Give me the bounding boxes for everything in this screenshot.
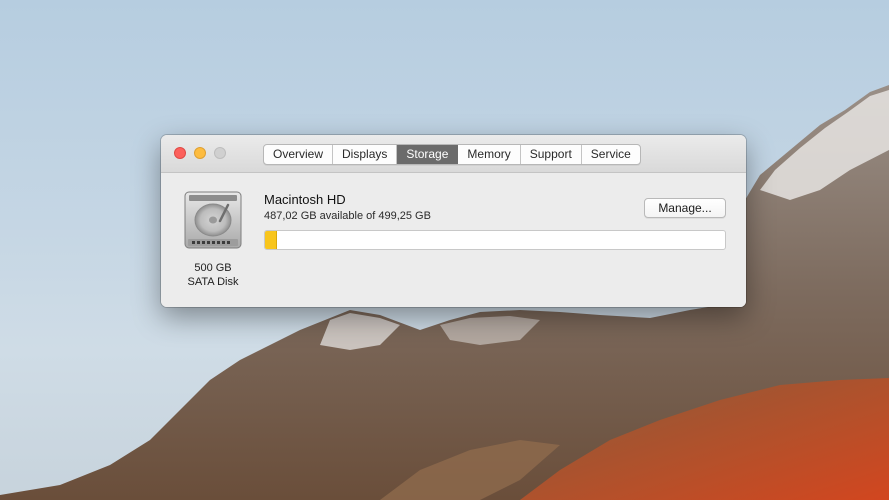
tab-service[interactable]: Service	[582, 145, 640, 164]
volume-name: Macintosh HD	[264, 192, 346, 207]
title-bar: Overview Displays Storage Memory Support…	[161, 135, 746, 173]
tab-storage[interactable]: Storage	[397, 145, 459, 164]
manage-button[interactable]: Manage...	[644, 198, 726, 218]
disk-type: SATA Disk	[187, 276, 239, 288]
zoom-window-button[interactable]	[214, 147, 226, 159]
tab-overview[interactable]: Overview	[264, 145, 334, 164]
tab-displays[interactable]: Displays	[333, 145, 398, 164]
hard-drive-icon	[184, 191, 242, 249]
volume-availability: 487,02 GB available of 499,25 GB	[264, 210, 431, 222]
storage-usage-bar	[264, 230, 726, 250]
close-window-button[interactable]	[174, 147, 186, 159]
disk-capacity: 500 GB	[194, 262, 232, 274]
tab-support[interactable]: Support	[521, 145, 582, 164]
tab-memory[interactable]: Memory	[458, 145, 521, 164]
about-this-mac-window: Overview Displays Storage Memory Support…	[161, 135, 746, 307]
storage-used-segment	[265, 231, 277, 249]
tab-bar: Overview Displays Storage Memory Support…	[263, 144, 641, 165]
minimize-window-button[interactable]	[194, 147, 206, 159]
disk-caption: 500 GB SATA Disk	[171, 261, 255, 289]
storage-panel: 500 GB SATA Disk Macintosh HD 487,02 GB …	[161, 173, 746, 307]
